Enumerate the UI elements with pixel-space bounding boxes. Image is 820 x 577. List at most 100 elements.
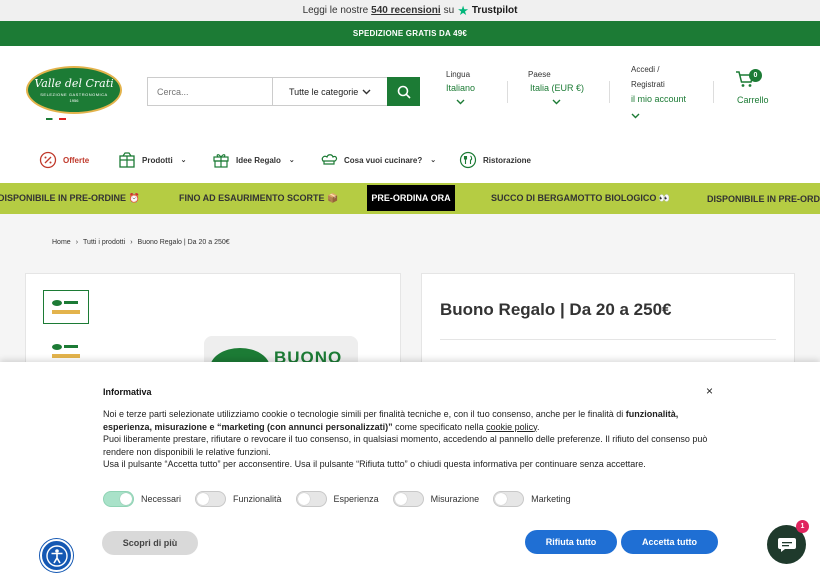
logo-name: Valle del Crati [34,77,114,90]
nav-label-gifts: Idee Regalo [236,155,281,165]
thumbnail-image [52,300,80,314]
cookie-policy-link[interactable]: cookie policy [486,422,537,432]
language-value: Italiano [446,83,476,93]
learn-more-button[interactable]: Scopri di più [102,531,198,555]
site-logo[interactable]: Valle del Crati SELEZIONE GASTRONOMICA 1… [26,66,122,114]
search-category-label: Tutte le categorie [289,86,359,97]
nav-item-gifts[interactable]: Idee Regalo ⌄ [212,137,295,183]
toggle-experience[interactable]: Esperienza [295,491,379,507]
close-icon[interactable]: × [706,384,713,398]
product-main: Home › Tutti i prodotti › Buono Regalo |… [0,214,820,396]
discount-icon [39,151,57,169]
country-label: Paese [528,70,551,79]
toggle-label: Misurazione [430,494,480,504]
nav-label-offers: Offerte [63,155,90,165]
chevron-down-icon [446,98,475,107]
account-login-label: Accedi / [631,65,660,74]
toggle-necessary[interactable]: Necessari [103,491,181,507]
nav-label-products: Prodotti [142,155,173,165]
search-category-select[interactable]: Tutte le categorie [273,78,387,105]
nav-item-offers[interactable]: Offerte [39,137,89,183]
language-selector[interactable]: Lingua Italiano [446,70,475,107]
toggle-measurement[interactable]: Misurazione [392,491,480,507]
reviews-count-link[interactable]: 540 recensioni [371,5,440,16]
chevron-down-icon: ⌄ [288,157,295,164]
breadcrumb-separator-icon: › [75,239,79,246]
cutlery-icon [459,151,477,169]
toggle-functionality[interactable]: Funzionalità [195,491,282,507]
reviews-prefix: Leggi le nostre [302,5,369,16]
header-divider [609,81,610,103]
breadcrumb-home[interactable]: Home [52,239,71,246]
toggle-label: Necessari [141,494,182,504]
chat-icon [777,537,796,552]
chef-hat-icon [320,151,338,169]
search-bar: Tutte le categorie [147,77,420,106]
marquee-item: FINO AD ESAURIMENTO SCORTE 📦 [179,193,339,203]
marquee-item: DISPONIBILE IN PRE-ORDINE [707,193,820,204]
marquee-item: DISPONIBILE IN PRE-ORDINE ⏰ [0,193,140,203]
breadcrumb-current: Buono Regalo | Da 20 a 250€ [137,239,230,246]
language-label: Lingua [446,70,471,79]
marquee-item: SUCCO DI BERGAMOTTO BIOLOGICO 👀 [491,193,671,203]
breadcrumb-separator-icon: › [130,239,133,246]
shipping-banner: SPEDIZIONE GRATIS DA 49€ [0,21,820,46]
preorder-button[interactable]: PRE-ORDINA ORA [367,185,455,211]
header-divider [713,81,714,103]
cart-label[interactable]: Carrello [737,95,769,105]
nav-item-catering[interactable]: Ristorazione [459,137,531,183]
chevron-down-icon [528,98,584,107]
cookie-paragraph-3: Usa il pulsante “Accetta tutto” per acco… [103,459,646,469]
accept-all-button[interactable]: Accetta tutto [621,530,718,554]
cookie-paragraph-2: Puoi liberamente prestare, rifiutare o r… [103,434,708,457]
nav-label-catering: Ristorazione [483,155,532,165]
search-icon [397,85,411,99]
site-header: Valle del Crati SELEZIONE GASTRONOMICA 1… [0,46,820,137]
cookie-paragraph-1: Noi e terze parti selezionate utilizziam… [103,409,679,432]
consent-toggles: Necessari Funzionalità Esperienza Misura… [103,491,585,507]
logo-flag-stripe [46,118,66,120]
reject-all-button[interactable]: Rifiuta tutto [525,530,617,554]
country-selector[interactable]: Paese Italia (EUR €) [528,70,584,107]
gallery-thumbnail[interactable] [43,290,89,324]
account-register-label: Registrati [631,80,665,89]
accessibility-button[interactable] [40,539,73,572]
nav-item-products[interactable]: Prodotti ⌄ [118,137,187,183]
trustpilot-label: Trustpilot [471,5,518,16]
reviews-suffix: su [443,5,455,16]
breadcrumb: Home › Tutti i prodotti › Buono Regalo |… [52,239,230,246]
chevron-down-icon [362,89,371,94]
header-divider [507,81,508,103]
gift-icon [212,151,230,169]
reviews-bar: Leggi le nostre 540 recensioni su ★ Trus… [0,0,820,21]
search-button[interactable] [387,77,420,106]
breadcrumb-all[interactable]: Tutti i prodotti [83,239,125,246]
accessibility-icon [45,544,68,567]
cart-count-badge: 0 [749,69,762,82]
cookie-title: Informativa [103,387,152,397]
account-value: il mio account [631,94,687,104]
box-icon [118,151,136,169]
toggle-label: Funzionalità [233,494,282,504]
shipping-text: SPEDIZIONE GRATIS DA 49€ [352,29,468,38]
nav-item-cook[interactable]: Cosa vuoi cucinare? ⌄ [320,137,436,183]
product-title: Buono Regalo | Da 20 a 250€ [440,300,672,319]
logo-year: 1956 [69,98,79,103]
search-input[interactable] [148,78,273,105]
trustpilot-star-icon: ★ [457,2,469,18]
country-value: Italia (EUR €) [530,83,585,93]
toggle-marketing[interactable]: Marketing [493,491,571,507]
divider [440,339,776,340]
promo-marquee: DISPONIBILE IN PRE-ORDINE ⏰ FINO AD ESAU… [0,183,820,214]
chat-notification-badge: 1 [796,520,809,533]
chevron-down-icon: ⌄ [430,157,437,164]
nav-label-cook: Cosa vuoi cucinare? [344,155,423,165]
account-menu[interactable]: Accedi / Registrati il mio account [631,62,686,124]
cookie-text: Noi e terze parti selezionate utilizziam… [103,408,713,471]
toggle-label: Esperienza [333,494,379,504]
logo-tagline: SELEZIONE GASTRONOMICA [40,92,108,97]
cookie-banner: Informativa × Noi e terze parti selezion… [0,362,820,577]
chevron-down-icon: ⌄ [180,157,187,164]
main-nav: Offerte Prodotti ⌄ Idee Regalo ⌄ Cosa vu… [0,137,820,183]
chevron-down-icon [631,109,686,124]
